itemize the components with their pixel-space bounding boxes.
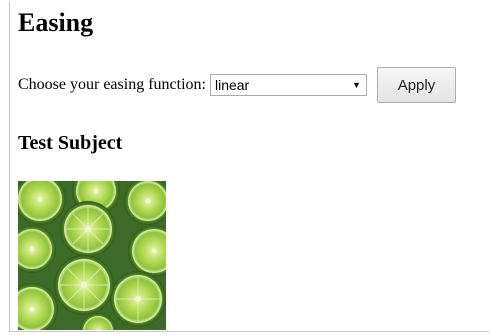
dropdown-arrow-icon: ▼: [352, 79, 361, 90]
lime-slices-picture: [18, 181, 166, 330]
easing-select-value: linear: [214, 77, 250, 93]
test-subject-heading: Test Subject: [18, 132, 123, 154]
easing-label: Choose your easing function:: [18, 76, 206, 93]
page-title: Easing: [18, 8, 94, 37]
test-subject-image: [18, 181, 166, 330]
easing-controls: Choose your easing function: linear ▼ Ap…: [18, 67, 456, 103]
easing-select[interactable]: linear ▼: [209, 74, 367, 96]
apply-button[interactable]: Apply: [376, 67, 456, 103]
